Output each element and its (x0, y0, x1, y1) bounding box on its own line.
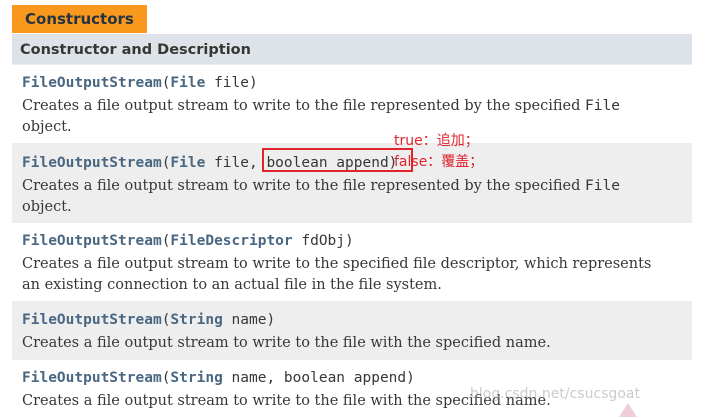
description-text: Creates a file output stream to write to… (22, 335, 551, 351)
constructor-table: Constructor and Description FileOutputSt… (12, 34, 692, 418)
constructor-signature: FileOutputStream(String name) (22, 310, 692, 330)
signature-params: name, boolean append) (222, 370, 415, 386)
description-text: object. (22, 199, 72, 215)
constructor-description: Creates a file output stream to write to… (22, 96, 692, 138)
constructor-signature: FileOutputStream(String name, boolean ap… (22, 368, 692, 388)
table-row: FileOutputStream(FileDescriptor fdObj) C… (12, 223, 692, 301)
description-text: object. (22, 119, 72, 135)
constructors-tab: Constructors (12, 5, 147, 33)
signature-params: fdObj) (292, 233, 354, 249)
watermark-text: blog.csdn.net/csucsgoat (470, 386, 640, 402)
description-text: Creates a file output stream to write to… (22, 256, 652, 272)
description-text: Creates a file output stream to write to… (22, 178, 585, 194)
signature-params: name) (222, 312, 276, 328)
description-text: Creates a file output stream to write to… (22, 98, 585, 114)
constructor-link[interactable]: FileOutputStream (22, 370, 162, 386)
constructor-link[interactable]: FileOutputStream (22, 75, 162, 91)
constructor-link[interactable]: FileOutputStream (22, 233, 162, 249)
constructor-description: Creates a file output stream to write to… (22, 333, 692, 354)
param-type-link[interactable]: File (170, 155, 205, 171)
description-text: an existing connection to an actual file… (22, 277, 442, 293)
param-type-link[interactable]: FileDescriptor (170, 233, 292, 249)
logo-icon (619, 403, 637, 417)
param-type-link[interactable]: String (170, 370, 222, 386)
constructor-signature: FileOutputStream(File file) (22, 73, 692, 93)
param-type-link[interactable]: File (170, 75, 205, 91)
constructor-link[interactable]: FileOutputStream (22, 312, 162, 328)
constructor-description: Creates a file output stream to write to… (22, 254, 692, 296)
table-row: FileOutputStream(File file) Creates a fi… (12, 65, 692, 143)
annotation-false-note: false：覆盖； (394, 154, 484, 170)
description-code: File (585, 98, 620, 114)
constructor-description: Creates a file output stream to write to… (22, 176, 692, 218)
table-header: Constructor and Description (12, 34, 692, 64)
table-row: FileOutputStream(String name) Creates a … (12, 301, 692, 360)
annotation-true-note: true：追加； (394, 133, 479, 149)
signature-params: file) (205, 75, 258, 91)
constructor-link[interactable]: FileOutputStream (22, 155, 162, 171)
param-type-link[interactable]: String (170, 312, 222, 328)
append-highlight-box (262, 148, 413, 172)
description-code: File (585, 178, 620, 194)
constructor-signature: FileOutputStream(FileDescriptor fdObj) (22, 231, 692, 251)
